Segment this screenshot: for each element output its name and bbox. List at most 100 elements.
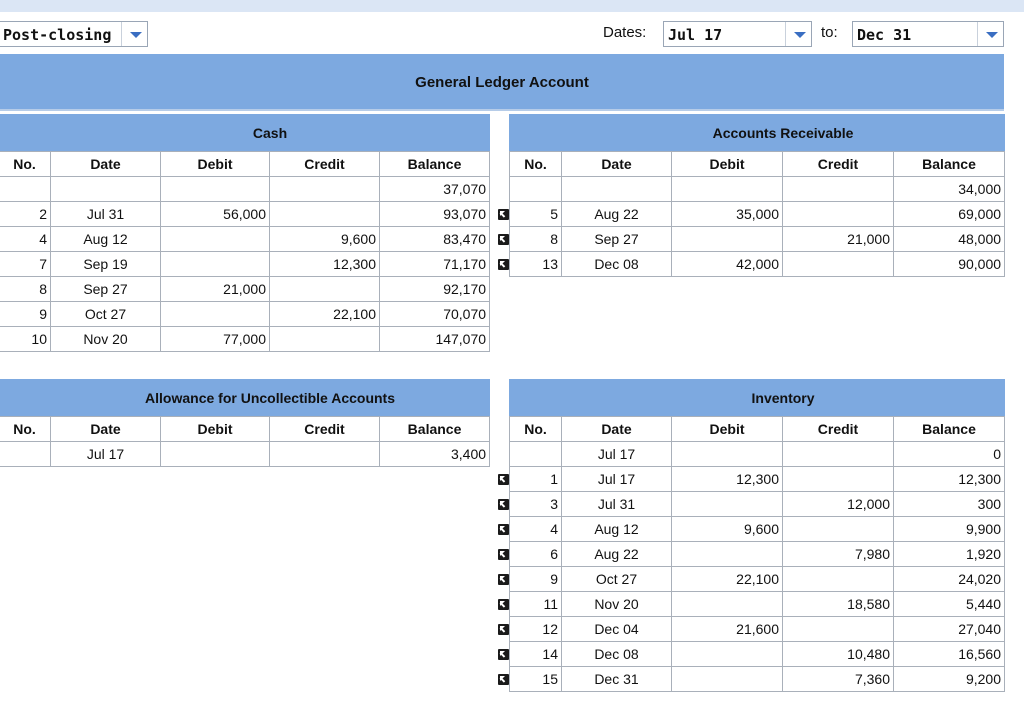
account-title-row: Cash [0, 114, 491, 152]
table-row: 6 Aug 22 7,980 1,920 [498, 541, 1006, 567]
journal-link-icon[interactable] [498, 649, 509, 660]
cell-credit [782, 616, 894, 642]
table-row: Jul 17 3,400 [0, 441, 491, 467]
entry-number: 11 [543, 596, 558, 612]
cell-balance: 24,020 [892, 566, 1006, 592]
cell-credit: 12,000 [782, 491, 894, 517]
account-title-spacer [509, 114, 562, 152]
entry-number: 13 [542, 256, 558, 272]
cell-balance: 37,070 [378, 176, 491, 202]
cell-credit [269, 441, 380, 467]
journal-link-icon[interactable] [498, 474, 509, 485]
cell-credit [269, 276, 380, 302]
cell-balance: 93,070 [378, 201, 491, 227]
cell-credit [782, 251, 894, 277]
entry-number: 7 [39, 256, 47, 272]
table-row: 8 Sep 27 21,000 92,170 [0, 276, 491, 302]
cell-no: 4 [498, 516, 562, 542]
journal-link-icon[interactable] [498, 599, 509, 610]
column-header-no: No. [509, 151, 562, 177]
cell-debit [671, 176, 783, 202]
cell-debit: 12,300 [671, 466, 783, 492]
cell-no: 15 [498, 666, 562, 692]
cell-date: Jul 31 [561, 491, 672, 517]
journal-link-icon[interactable] [498, 674, 509, 685]
column-header-date: Date [50, 151, 161, 177]
chevron-down-icon[interactable] [785, 22, 812, 46]
cell-debit [160, 176, 270, 202]
cell-no: 4 [0, 226, 51, 252]
entry-number: 9 [550, 571, 558, 587]
column-header-no: No. [0, 151, 51, 177]
account-title-spacer [509, 379, 562, 417]
column-header-date: Date [561, 151, 672, 177]
cell-debit: 9,600 [671, 516, 783, 542]
cell-no: 6 [498, 541, 562, 567]
cell-debit: 21,000 [160, 276, 270, 302]
general-ledger-title: General Ledger Account [415, 74, 589, 91]
journal-link-icon[interactable] [498, 499, 509, 510]
journal-link-icon[interactable] [498, 259, 509, 270]
cell-date: Aug 12 [50, 226, 161, 252]
table-row: 4 Aug 12 9,600 83,470 [0, 226, 491, 252]
cell-credit: 12,300 [269, 251, 380, 277]
cell-no: 7 [0, 251, 51, 277]
column-header-debit: Debit [671, 151, 783, 177]
cell-date [50, 176, 161, 202]
table-row: 10 Nov 20 77,000 147,070 [0, 326, 491, 352]
cell-no: 3 [498, 491, 562, 517]
chevron-down-icon[interactable] [977, 22, 1004, 46]
account-title-spacer [0, 114, 51, 152]
journal-link-icon[interactable] [498, 549, 509, 560]
cell-debit [671, 641, 783, 667]
general-ledger-header: General Ledger Account [0, 54, 1004, 111]
cell-debit [160, 301, 270, 327]
cell-credit [782, 566, 894, 592]
cell-date: Aug 22 [561, 201, 672, 227]
entry-number: 4 [39, 231, 47, 247]
table-row: 37,070 [0, 176, 491, 202]
journal-link-icon[interactable] [498, 524, 509, 535]
journal-link-icon[interactable] [498, 234, 509, 245]
column-header-balance: Balance [892, 151, 1006, 177]
cell-debit [671, 666, 783, 692]
cell-date: Dec 08 [561, 641, 672, 667]
date-to-select[interactable]: Dec 31 [852, 21, 1004, 47]
cell-debit: 42,000 [671, 251, 783, 277]
column-header-balance: Balance [378, 416, 491, 442]
journal-link-icon[interactable] [498, 209, 509, 220]
cell-date: Oct 27 [50, 301, 161, 327]
dates-to-label: to: [821, 24, 838, 41]
cell-debit [160, 226, 270, 252]
report-type-select[interactable]: Post-closing [0, 21, 148, 47]
cell-date: Jul 17 [561, 441, 672, 467]
journal-link-icon[interactable] [498, 574, 509, 585]
cell-credit [782, 441, 894, 467]
entry-number: 12 [542, 621, 558, 637]
column-header-debit: Debit [671, 416, 783, 442]
cell-date: Aug 12 [561, 516, 672, 542]
column-header-date: Date [561, 416, 672, 442]
cell-balance: 3,400 [378, 441, 491, 467]
cell-date: Nov 20 [50, 326, 161, 352]
cell-date: Dec 08 [561, 251, 672, 277]
column-header-row: No. Date Debit Credit Balance [0, 416, 491, 442]
date-from-select[interactable]: Jul 17 [663, 21, 812, 47]
report-type-value: Post-closing [3, 26, 112, 44]
cell-date: Sep 27 [561, 226, 672, 252]
cell-debit [671, 441, 783, 467]
cell-credit [782, 176, 894, 202]
cell-balance: 147,070 [378, 326, 491, 352]
cell-credit: 21,000 [782, 226, 894, 252]
column-header-no: No. [0, 416, 51, 442]
chevron-down-icon[interactable] [121, 22, 148, 46]
cell-no: 2 [0, 201, 51, 227]
column-header-debit: Debit [160, 151, 270, 177]
journal-link-icon[interactable] [498, 624, 509, 635]
cell-no: 13 [498, 251, 562, 277]
entry-number: 2 [39, 206, 47, 222]
cell-no [509, 441, 562, 467]
column-header-debit: Debit [160, 416, 270, 442]
column-header-credit: Credit [782, 416, 894, 442]
cell-balance: 83,470 [378, 226, 491, 252]
